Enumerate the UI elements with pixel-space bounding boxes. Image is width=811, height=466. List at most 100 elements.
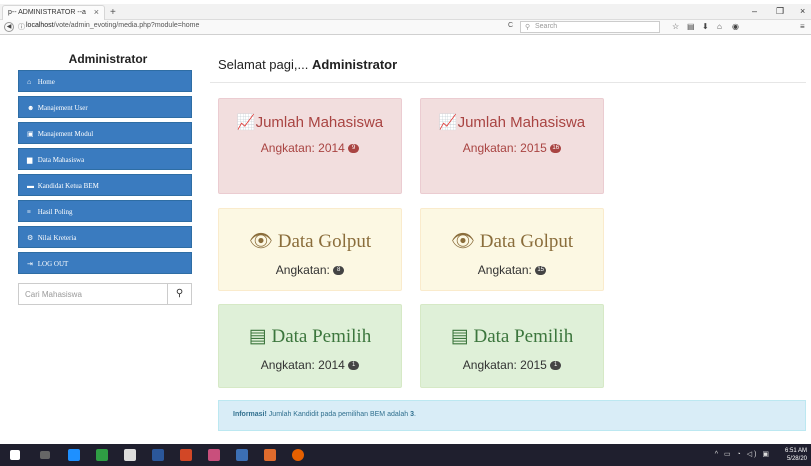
sidebar-item-manajement-user[interactable]: ☻ Manajement User [18, 96, 192, 118]
url-host: localhost [26, 22, 54, 29]
card-label: Angkatan: 2014 [260, 358, 345, 372]
info-alert: Informasi! Jumlah Kandidit pada pemiliha… [218, 400, 806, 431]
url-bar[interactable]: localhost/vote/admin_evoting/media.php?m… [26, 22, 199, 29]
browser-tab[interactable]: p-- ADMINISTRATOR --a × [2, 5, 105, 20]
info-strong: Informasi! [233, 411, 267, 418]
page-title: Selamat pagi,... Administrator [218, 57, 397, 72]
list-alt-icon: ▤ [450, 326, 469, 347]
card-title: Jumlah Mahasiswa [457, 114, 586, 131]
sidebar-item-home[interactable]: ⌂ Home [18, 70, 192, 92]
browser-search-box[interactable]: ⚲ Search [520, 21, 660, 33]
users-icon: ☻ [27, 104, 35, 112]
chart-line-icon: 📈 [438, 114, 458, 131]
window-close-icon[interactable]: × [800, 6, 805, 16]
app-icon[interactable] [96, 449, 108, 461]
card-data-pemilih-2014[interactable]: ▤ Data Pemilih Angkatan: 2014 1 [218, 304, 402, 388]
sidebar-item-label: Home [37, 78, 55, 86]
edge-icon[interactable] [68, 449, 80, 461]
download-icon[interactable]: ⬇ [702, 22, 709, 31]
sidebar-item-hasil-poling[interactable]: ≡ Hasil Poling [18, 200, 192, 222]
browser-search-placeholder: Search [535, 23, 558, 30]
sidebar-title: Administrator [68, 52, 148, 66]
minimize-icon[interactable]: – [752, 6, 757, 16]
sidebar-item-logout[interactable]: ⇥ LOG OUT [18, 252, 192, 274]
sidebar-item-nilai-kreteria[interactable]: ⚙ Nilai Kreteria [18, 226, 192, 248]
eye-slash-icon: 👁 [248, 231, 273, 252]
list-icon: ≡ [27, 208, 31, 216]
card-data-golput-2[interactable]: 👁 Data Golput Angkatan: 15 [420, 208, 604, 291]
sidebar-item-kandidat-ketua-bem[interactable]: ▬ Kandidat Ketua BEM [18, 174, 192, 196]
sidebar-item-manajement-modul[interactable]: ▣ Manajement Modul [18, 122, 192, 144]
home-icon: ⌂ [27, 78, 32, 86]
card-title: Data Golput [277, 231, 372, 252]
url-path: /vote/admin_evoting/media.php?module=hom… [53, 22, 200, 29]
sidebar-item-label: LOG OUT [37, 260, 69, 268]
sidebar-item-label: Kandidat Ketua BEM [37, 182, 99, 190]
pocket-icon[interactable]: ◉ [732, 22, 739, 31]
info-icon[interactable]: ⓘ [18, 22, 25, 32]
book-icon: ▆ [27, 156, 33, 164]
clock-time: 6:51 AM [784, 448, 807, 454]
menu-icon[interactable]: ≡ [800, 22, 805, 31]
gear-icon: ⚙ [27, 234, 34, 242]
powerpoint-icon[interactable] [180, 449, 192, 461]
info-text: Jumlah Kandidit pada pemilihan BEM adala… [268, 411, 409, 418]
firefox-icon[interactable] [292, 449, 304, 461]
sidebar-item-label: Nilai Kreteria [37, 234, 77, 242]
sidebar-item-label: Data Mahasiswa [37, 156, 85, 164]
modules-icon: ▣ [27, 130, 34, 138]
sidebar-item-data-mahasiswa[interactable]: ▆ Data Mahasiswa [18, 148, 192, 170]
card-title: Jumlah Mahasiswa [255, 114, 384, 131]
search-icon: ⚲ [525, 24, 531, 31]
student-search: ⚲ [18, 283, 192, 305]
info-end: . [413, 411, 416, 418]
browser-tab-title: p-- ADMINISTRATOR --a [8, 9, 86, 16]
system-tray[interactable]: ^ ▭ ◔ ◁) ▣ [715, 450, 771, 458]
search-icon: ⚲ [175, 288, 184, 299]
card-label: Angkatan: [275, 263, 330, 277]
sidebar-item-label: Manajement User [37, 104, 88, 112]
card-data-golput-1[interactable]: 👁 Data Golput Angkatan: 8 [218, 208, 402, 291]
word-icon[interactable] [152, 449, 164, 461]
count-badge: 1 [348, 361, 360, 371]
search-button[interactable]: ⚲ [167, 284, 191, 304]
windows-start-icon[interactable] [10, 450, 20, 460]
browser-tab-bar: p-- ADMINISTRATOR --a × + – ❐ × [0, 4, 811, 20]
logout-icon: ⇥ [27, 260, 33, 268]
count-badge: 16 [550, 144, 562, 154]
browser-nav-bar: ◀ ⓘ localhost/vote/admin_evoting/media.p… [0, 20, 811, 35]
card-label: Angkatan: [477, 263, 532, 277]
count-badge: 1 [550, 361, 562, 371]
divider [210, 82, 806, 83]
new-tab-icon[interactable]: + [110, 7, 116, 18]
maximize-icon[interactable]: ❐ [776, 6, 784, 17]
store-icon[interactable] [124, 449, 136, 461]
student-search-input[interactable] [19, 284, 167, 304]
greeting-prefix: Selamat pagi,... [218, 57, 309, 72]
card-label: Angkatan: 2014 [260, 141, 345, 155]
card-jumlah-mahasiswa-2014[interactable]: 📈Jumlah Mahasiswa Angkatan: 2014 9 [218, 98, 402, 194]
app-icon-2[interactable] [236, 449, 248, 461]
sidebar-item-label: Manajement Modul [37, 130, 94, 138]
card-icon: ▬ [27, 182, 34, 190]
card-label: Angkatan: 2015 [462, 141, 547, 155]
clipboard-icon[interactable]: ▤ [687, 22, 695, 31]
card-title: Data Pemilih [271, 326, 372, 347]
bookmark-star-icon[interactable]: ☆ [672, 22, 679, 31]
publisher-icon[interactable] [208, 449, 220, 461]
close-tab-icon[interactable]: × [94, 7, 99, 17]
clock[interactable]: 6:51 AM 5/28/20 [785, 447, 807, 463]
chart-line-icon: 📈 [236, 114, 256, 131]
card-jumlah-mahasiswa-2015[interactable]: 📈Jumlah Mahasiswa Angkatan: 2015 16 [420, 98, 604, 194]
card-data-pemilih-2015[interactable]: ▤ Data Pemilih Angkatan: 2015 1 [420, 304, 604, 388]
card-label: Angkatan: 2015 [462, 358, 547, 372]
app-icon-3[interactable] [264, 449, 276, 461]
home-browser-icon[interactable]: ⌂ [717, 22, 722, 31]
count-badge: 9 [348, 144, 360, 154]
greeting-user: Administrator [311, 57, 398, 72]
back-icon[interactable]: ◀ [4, 22, 14, 32]
task-view-icon[interactable] [40, 451, 50, 459]
reload-icon[interactable]: C [508, 22, 513, 29]
list-alt-icon: ▤ [248, 326, 267, 347]
os-taskbar: ^ ▭ ◔ ◁) ▣ 6:51 AM 5/28/20 [0, 444, 811, 466]
